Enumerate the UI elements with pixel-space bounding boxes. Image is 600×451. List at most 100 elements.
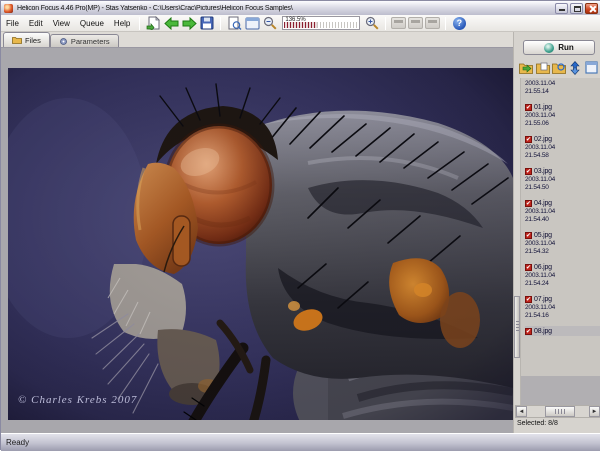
file-time: 21.55.06 bbox=[525, 120, 600, 128]
file-item[interactable]: ✔02.jpg 2003.11.04 21.54.58 bbox=[525, 134, 600, 160]
file-checkbox-icon[interactable]: ✔ bbox=[525, 296, 532, 303]
file-date: 2003.11.04 bbox=[525, 240, 600, 248]
forward-button[interactable] bbox=[180, 16, 198, 31]
toolbar-separator bbox=[139, 17, 140, 30]
file-checkbox-icon[interactable]: ✔ bbox=[525, 136, 532, 143]
close-button[interactable] bbox=[585, 3, 598, 14]
maximize-button[interactable] bbox=[570, 3, 583, 14]
selected-count-label: Selected: 8/8 bbox=[517, 420, 558, 427]
horizontal-scroll-track[interactable] bbox=[527, 406, 589, 417]
add-files-button[interactable] bbox=[519, 60, 533, 75]
zoom-out-button[interactable] bbox=[261, 16, 279, 31]
file-date: 2003.11.04 bbox=[525, 272, 600, 280]
app-icon bbox=[4, 4, 13, 13]
new-page-icon bbox=[146, 16, 161, 30]
photo-credit: © Charles Krebs 2007 bbox=[18, 394, 137, 406]
file-time: 21.54.24 bbox=[525, 280, 600, 288]
file-name: 07.jpg bbox=[534, 296, 552, 303]
help-button[interactable]: ? bbox=[450, 16, 468, 31]
fit-screen-button[interactable] bbox=[243, 16, 261, 31]
file-checkbox-icon[interactable]: ✔ bbox=[525, 168, 532, 175]
file-list-horizontal-scrollbar[interactable]: ◄ ► bbox=[515, 405, 600, 418]
layout-triple-button[interactable] bbox=[425, 17, 440, 29]
minimize-button[interactable] bbox=[555, 3, 568, 14]
file-list: 2003.11.04 21.55.14 ✔01.jpg 2003.11.04 2… bbox=[514, 78, 600, 405]
scroll-left-arrow-icon[interactable]: ◄ bbox=[516, 406, 527, 417]
tab-parameters[interactable]: Parameters bbox=[50, 34, 119, 47]
run-gear-icon bbox=[544, 43, 554, 53]
file-date: 2003.11.04 bbox=[525, 208, 600, 216]
back-button[interactable] bbox=[162, 16, 180, 31]
selection-frame-icon bbox=[585, 61, 598, 74]
file-name: 01.jpg bbox=[534, 104, 552, 111]
refresh-file-set-button[interactable] bbox=[552, 60, 566, 75]
file-name: 05.jpg bbox=[534, 232, 552, 239]
vertical-scroll-thumb[interactable] bbox=[514, 296, 520, 358]
new-project-button[interactable] bbox=[144, 16, 162, 31]
window-title: Helicon Focus 4.46 Pro(MP) - Stas Yatsen… bbox=[17, 5, 555, 12]
save-floppy-icon bbox=[200, 16, 214, 30]
file-time: 21.54.40 bbox=[525, 216, 600, 224]
sidebar: Run bbox=[513, 32, 600, 433]
run-button[interactable]: Run bbox=[523, 40, 595, 55]
tab-files[interactable]: Files bbox=[3, 32, 50, 47]
tab-strip: Files Parameters bbox=[1, 32, 513, 48]
zoom-in-button[interactable] bbox=[363, 16, 381, 31]
save-file-set-button[interactable] bbox=[535, 60, 549, 75]
menu-edit[interactable]: Edit bbox=[24, 17, 48, 30]
file-item[interactable]: ✔07.jpg 2003.11.04 21.54.16 bbox=[525, 294, 600, 320]
folder-document-icon bbox=[536, 62, 550, 74]
file-item[interactable]: ✔03.jpg 2003.11.04 21.54.50 bbox=[525, 166, 600, 192]
file-list-empty-area bbox=[521, 376, 600, 405]
folder-refresh-icon bbox=[552, 62, 566, 74]
back-arrow-icon bbox=[164, 17, 179, 30]
file-item[interactable]: ✔01.jpg 2003.11.04 21.55.06 bbox=[525, 102, 600, 128]
file-time: 21.54.32 bbox=[525, 248, 600, 256]
help-icon: ? bbox=[453, 17, 466, 30]
gear-icon bbox=[59, 37, 68, 46]
sort-order-button[interactable] bbox=[568, 60, 582, 75]
scroll-right-arrow-icon[interactable]: ► bbox=[589, 406, 600, 417]
photo-canvas: © Charles Krebs 2007 bbox=[8, 68, 513, 420]
file-list-items: 2003.11.04 21.55.14 ✔01.jpg 2003.11.04 2… bbox=[521, 78, 600, 405]
preview-button[interactable] bbox=[225, 16, 243, 31]
zoom-slider[interactable] bbox=[284, 22, 358, 28]
file-name: 08.jpg bbox=[534, 328, 552, 335]
file-date: 2003.11.04 bbox=[525, 144, 600, 152]
horizontal-scroll-thumb[interactable] bbox=[545, 406, 575, 417]
menu-queue[interactable]: Queue bbox=[75, 17, 109, 30]
layout-split-button[interactable] bbox=[408, 17, 423, 29]
zoom-level-control[interactable]: 136.5% bbox=[282, 16, 360, 30]
menu-view[interactable]: View bbox=[48, 17, 75, 30]
layout-single-button[interactable] bbox=[391, 17, 406, 29]
folder-add-icon bbox=[519, 62, 533, 74]
fit-screen-icon bbox=[245, 17, 260, 30]
file-time: 21.54.16 bbox=[525, 312, 600, 320]
file-checkbox-icon[interactable]: ✔ bbox=[525, 264, 532, 271]
file-checkbox-icon[interactable]: ✔ bbox=[525, 232, 532, 239]
maximize-icon bbox=[574, 6, 581, 12]
file-item-selected[interactable]: ✔08.jpg bbox=[525, 326, 600, 336]
file-checkbox-icon[interactable]: ✔ bbox=[525, 104, 532, 111]
file-list-vertical-scrollbar[interactable] bbox=[514, 78, 521, 405]
page-preview-icon bbox=[227, 16, 242, 30]
toolbar-separator bbox=[385, 17, 386, 30]
file-item[interactable]: ✔06.jpg 2003.11.04 21.54.24 bbox=[525, 262, 600, 288]
minimize-icon bbox=[559, 9, 565, 11]
close-icon bbox=[589, 6, 596, 12]
file-item[interactable]: ✔05.jpg 2003.11.04 21.54.32 bbox=[525, 230, 600, 256]
tab-parameters-label: Parameters bbox=[71, 37, 110, 46]
toolbar-separator bbox=[445, 17, 446, 30]
file-date: 2003.11.04 bbox=[525, 112, 600, 120]
menu-file[interactable]: File bbox=[1, 17, 24, 30]
save-button[interactable] bbox=[198, 16, 216, 31]
file-time: 21.54.58 bbox=[525, 152, 600, 160]
tab-files-label: Files bbox=[25, 36, 41, 45]
status-bar: Ready bbox=[1, 433, 600, 451]
file-name: 03.jpg bbox=[534, 168, 552, 175]
menu-help[interactable]: Help bbox=[109, 17, 135, 30]
file-checkbox-icon[interactable]: ✔ bbox=[525, 200, 532, 207]
select-all-button[interactable] bbox=[585, 60, 599, 75]
file-item[interactable]: ✔04.jpg 2003.11.04 21.54.40 bbox=[525, 198, 600, 224]
file-checkbox-icon[interactable]: ✔ bbox=[525, 328, 532, 335]
